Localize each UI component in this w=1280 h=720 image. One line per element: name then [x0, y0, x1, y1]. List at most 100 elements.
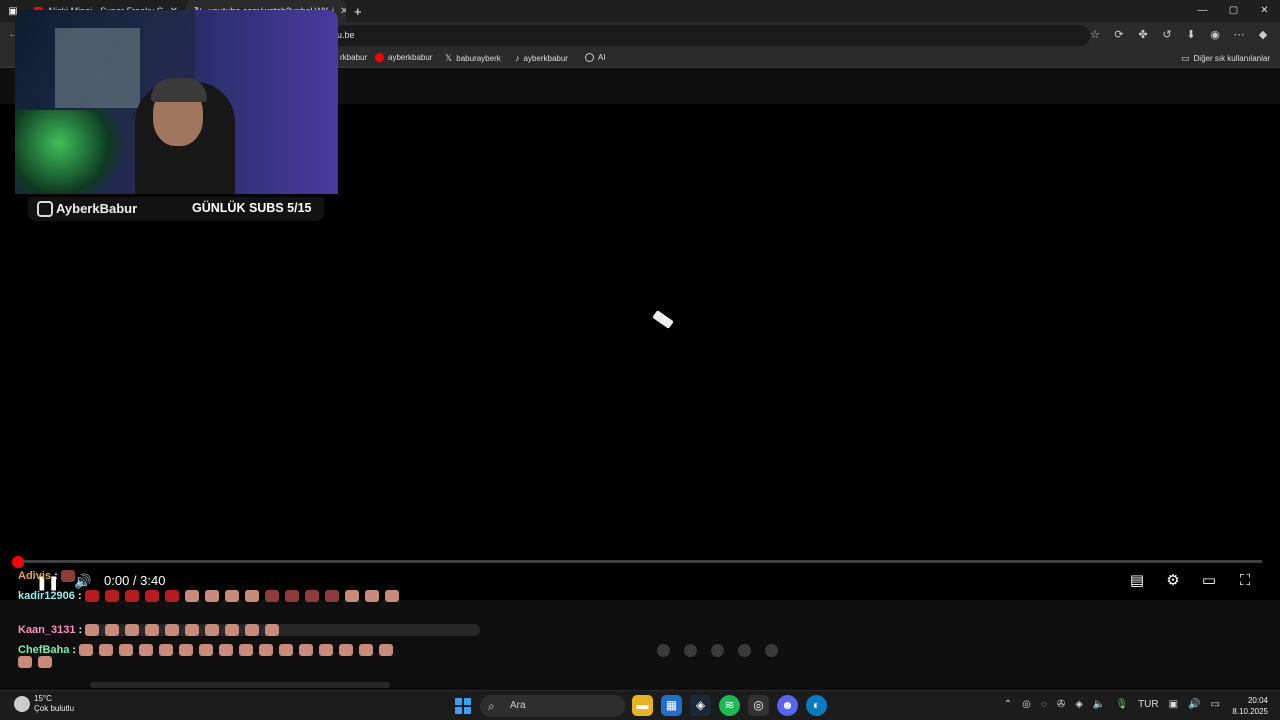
emote-icon [225, 624, 240, 637]
bookmark-item[interactable]: AI [585, 53, 606, 62]
url-text: u.be [337, 30, 355, 40]
webcam-green-light [15, 110, 125, 194]
clock-date: 8.10.2025 [1232, 707, 1268, 716]
copilot-icon[interactable]: ◆ [1254, 26, 1272, 44]
emote-icon [279, 644, 294, 657]
bookmark-label: AI [598, 53, 606, 62]
minimize-button[interactable]: — [1187, 0, 1218, 22]
steam-tray-icon[interactable]: ◈ [1075, 699, 1083, 710]
loading-dot [657, 644, 670, 657]
emote-icon [239, 644, 254, 657]
chat-message: Kaan_3131 : [18, 624, 408, 637]
chevron-up-icon[interactable]: ⌃ [1004, 699, 1012, 710]
taskbar-clock[interactable]: 20:04 8.10.2025 [1232, 695, 1268, 717]
taskbar-apps: ▬ ▦ ◈ ≋ ◎ ☻ ◐ [632, 695, 827, 716]
close-icon[interactable]: ✕ [340, 6, 346, 17]
emote-icon [85, 624, 100, 637]
loading-dot [765, 644, 778, 657]
loading-dots [657, 644, 778, 657]
spotify-icon[interactable]: ≋ [719, 695, 740, 716]
emote-icon [384, 590, 399, 603]
emote-icon [159, 644, 174, 657]
daily-subs-counter: GÜNLÜK SUBS 5/15 [192, 201, 312, 215]
progress-scrubber[interactable] [12, 556, 24, 568]
weather-widget[interactable]: 15°C Çok bulutlu [34, 694, 74, 714]
game-app-icon[interactable]: ◎ [748, 695, 769, 716]
theater-mode-icon[interactable]: ▭ [1200, 572, 1218, 590]
bookmark-item[interactable]: ayberkbabur [375, 53, 432, 62]
language-indicator[interactable]: TUR [1138, 699, 1159, 710]
emote-icon [219, 644, 234, 657]
chat-username: kadir12906 [18, 590, 75, 602]
emote-icon [145, 624, 160, 637]
emote-icon [105, 624, 120, 637]
store-icon[interactable]: ▦ [661, 695, 682, 716]
weather-cloud-icon[interactable] [14, 696, 30, 712]
bookmark-label: rkbabur [340, 53, 368, 62]
more-icon[interactable]: ⋯ [1230, 26, 1248, 44]
tray-app-icon[interactable]: ✇ [1057, 699, 1065, 710]
close-window-button[interactable]: ✕ [1249, 0, 1280, 22]
other-bookmarks-folder[interactable]: ▭ Diğer sık kullanılanlar [1181, 53, 1270, 64]
tray-app-icon[interactable]: ◎ [1022, 699, 1031, 710]
subtitles-icon[interactable]: ▤ [1128, 572, 1146, 590]
emote-icon [139, 644, 154, 657]
steam-icon[interactable]: ◈ [690, 695, 711, 716]
discord-icon[interactable]: ☻ [777, 695, 798, 716]
folder-icon: ▭ [1181, 53, 1190, 63]
emote-icon [119, 644, 134, 657]
emote-icon [125, 624, 140, 637]
streamer-handle: AyberkBabur [56, 201, 138, 216]
settings-gear-icon[interactable]: ⚙ [1164, 572, 1182, 590]
battery-icon[interactable]: ▭ [1211, 699, 1220, 710]
weather-desc: Çok bulutlu [34, 704, 75, 713]
extensions-icon[interactable]: ✤ [1134, 26, 1152, 44]
taskbar-search[interactable]: ⌕ Ara [480, 695, 625, 717]
emote-icon [259, 644, 274, 657]
emote-icon [165, 624, 180, 637]
windows-start-icon[interactable] [455, 698, 471, 714]
file-explorer-icon[interactable]: ▬ [632, 695, 653, 716]
favorite-star-icon[interactable]: ☆ [1086, 26, 1104, 44]
bookmark-label: ayberkbabur [388, 53, 433, 62]
bookmark-item[interactable]: 𝕏 baburayberk [445, 53, 501, 64]
system-tray: ⌃ ◎ ◌ ✇ ◈ 🔈 🎙 TUR ▣ 🔊 ▭ [1004, 699, 1220, 710]
windows-taskbar: 15°C Çok bulutlu ⌕ Ara ▬ ▦ ◈ ≋ ◎ ☻ ◐ ⌃ ◎… [0, 690, 1280, 720]
tray-app-icon[interactable]: ◌ [1041, 699, 1047, 710]
emote-icon [299, 644, 314, 657]
refresh-extension-icon[interactable]: ⟳ [1110, 26, 1128, 44]
emote-icon [265, 624, 280, 637]
emote-icon [104, 590, 119, 603]
emote-icon [304, 590, 319, 603]
emote-icon [164, 590, 179, 603]
instagram-icon [37, 201, 53, 217]
new-tab-button[interactable]: + [354, 4, 362, 19]
chat-username: Adivis [18, 570, 52, 582]
clock-time: 20:04 [1247, 696, 1268, 705]
bookmark-item[interactable]: rkbabur [340, 53, 367, 62]
loading-dot [684, 644, 697, 657]
emote-icon [379, 644, 394, 657]
history-icon[interactable]: ↺ [1158, 26, 1176, 44]
download-icon[interactable]: ⬇ [1182, 26, 1200, 44]
network-icon[interactable]: ▣ [1169, 699, 1178, 710]
maximize-button[interactable]: ▢ [1218, 0, 1249, 22]
emote-icon [144, 590, 159, 603]
ai-icon [585, 53, 594, 62]
chat-username: Kaan_3131 [18, 624, 76, 636]
chat-message: Adivis : [18, 570, 81, 583]
emote-icon [84, 590, 99, 603]
emote-icon [224, 590, 239, 603]
emote-icon [18, 656, 32, 669]
volume-icon[interactable]: 🔊 [1188, 699, 1200, 710]
edge-browser-icon[interactable]: ◐ [806, 695, 827, 716]
emote-icon [364, 590, 379, 603]
emote-icon [344, 590, 359, 603]
bookmark-item[interactable]: ♪ ayberkbabur [515, 53, 568, 63]
fullscreen-icon[interactable]: ⛶ [1236, 572, 1254, 590]
profile-icon[interactable]: ◉ [1206, 26, 1224, 44]
microphone-icon[interactable]: 🎙 [1115, 699, 1128, 710]
emote-icon [179, 644, 194, 657]
speaker-icon[interactable]: 🔈 [1093, 699, 1105, 710]
progress-bar[interactable] [18, 560, 1262, 563]
